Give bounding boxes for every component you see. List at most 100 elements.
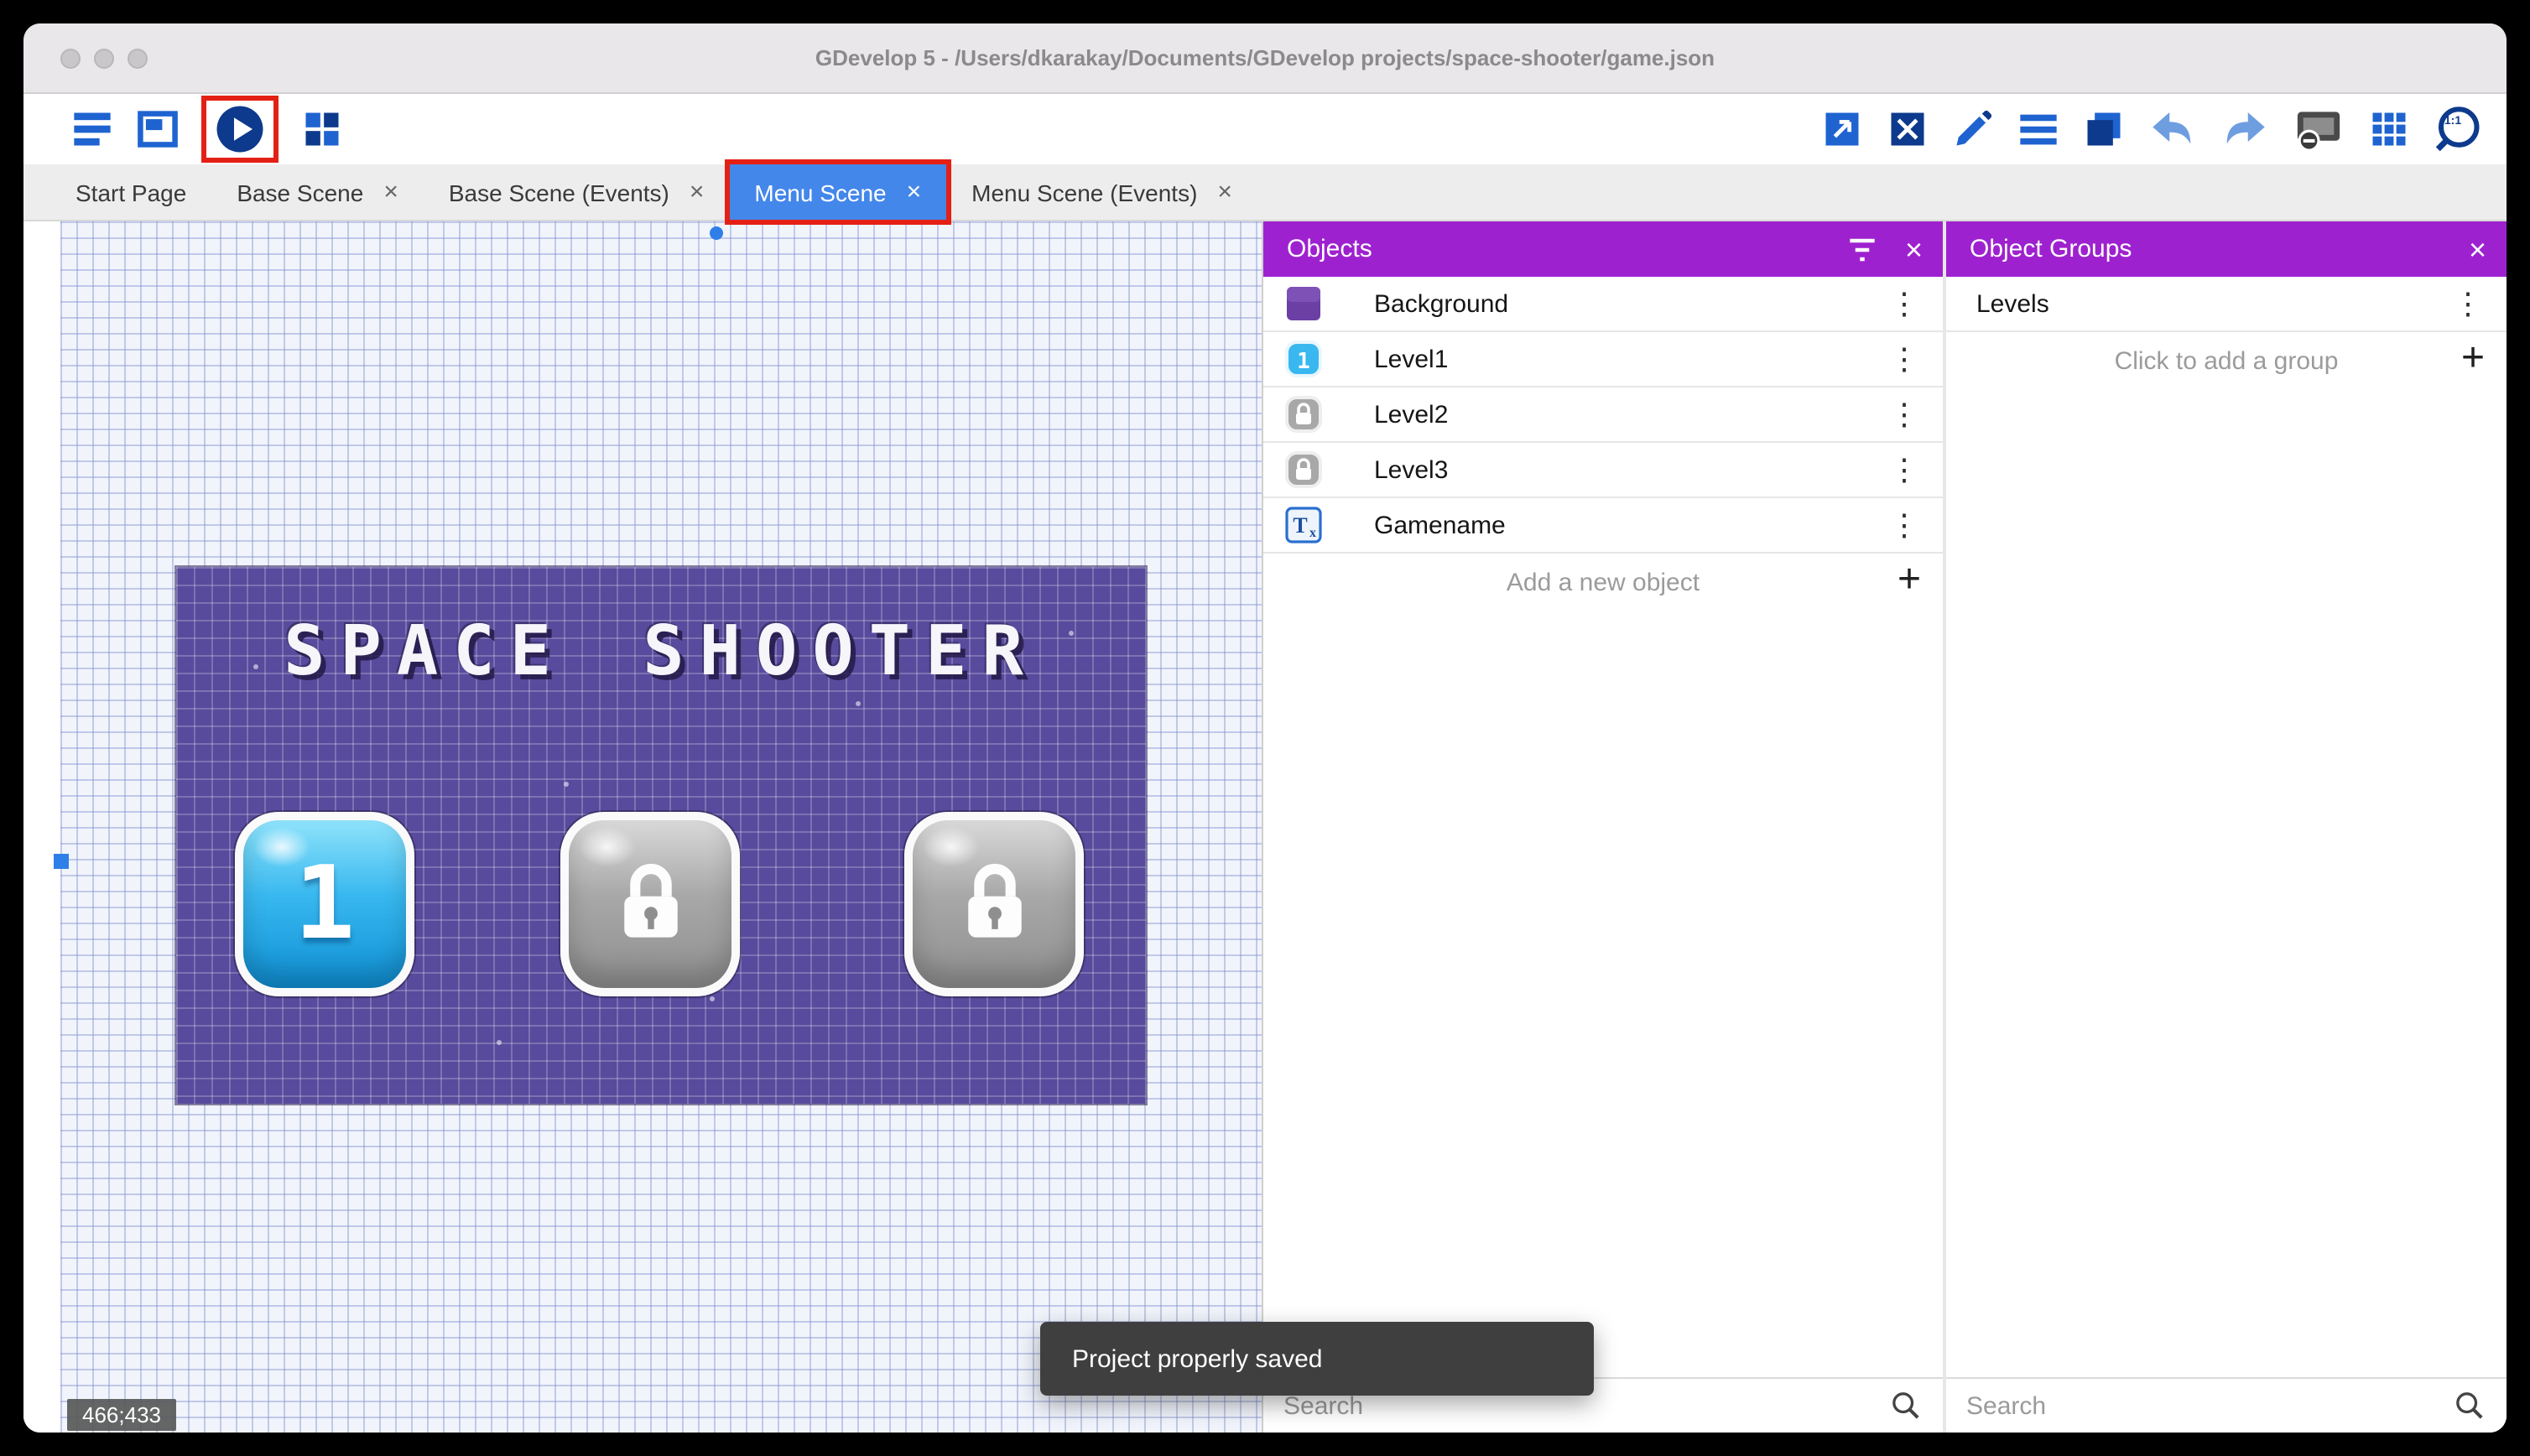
- maximize-window-button[interactable]: [128, 48, 148, 68]
- lock-icon: [623, 864, 677, 938]
- instances-list-icon[interactable]: [2017, 107, 2060, 151]
- tab-label: Menu Scene (Events): [971, 179, 1198, 205]
- groups-panel-header: Object Groups ×: [1946, 221, 2507, 277]
- kebab-menu-icon[interactable]: ⋮: [2449, 286, 2486, 321]
- cursor-coordinates: 466;433: [67, 1399, 176, 1431]
- kebab-menu-icon[interactable]: ⋮: [1886, 397, 1923, 432]
- objects-list: Background ⋮ 1 Level1 ⋮ Level2 ⋮ Level3 …: [1263, 277, 1943, 1377]
- text-object-icon: Tx: [1283, 505, 1324, 545]
- add-group-button[interactable]: Click to add a group +: [1946, 332, 2507, 389]
- minimize-window-button[interactable]: [94, 48, 114, 68]
- objects-search-input[interactable]: [1283, 1391, 1876, 1420]
- redo-icon[interactable]: [2220, 104, 2270, 154]
- object-label: Level2: [1374, 400, 1449, 429]
- add-object-label: Add a new object: [1506, 568, 1700, 596]
- window-title: GDevelop 5 - /Users/dkarakay/Documents/G…: [815, 45, 1715, 70]
- lock-icon: [967, 864, 1021, 938]
- toolbar: 1:1: [23, 94, 2507, 164]
- search-icon: [1889, 1389, 1923, 1422]
- window-mask-icon[interactable]: [2292, 106, 2345, 153]
- tab-start-page[interactable]: Start Page: [50, 164, 211, 220]
- objects-panel: Objects × Background ⋮ 1 Level1 ⋮ Level2…: [1262, 221, 1943, 1433]
- screenshot-stage: GDevelop 5 - /Users/dkarakay/Documents/G…: [0, 0, 2530, 1456]
- object-row-gamename[interactable]: Tx Gamename ⋮: [1263, 498, 1943, 554]
- tab-bar: Start Page Base Scene × Base Scene (Even…: [23, 164, 2507, 221]
- zoom-1-1-icon[interactable]: 1:1: [2433, 104, 2483, 154]
- tab-label: Menu Scene: [754, 179, 887, 205]
- kebab-menu-icon[interactable]: ⋮: [1886, 507, 1923, 543]
- tab-label: Base Scene: [237, 179, 364, 205]
- svg-text:1: 1: [1297, 349, 1310, 374]
- title-bar: GDevelop 5 - /Users/dkarakay/Documents/G…: [23, 23, 2507, 94]
- objects-panel-title: Objects: [1287, 235, 1372, 263]
- scene-editor-canvas[interactable]: SPACE SHOOTER 1 466;433: [23, 221, 1262, 1433]
- svg-text:T: T: [1293, 513, 1307, 538]
- level1-button-object[interactable]: 1: [235, 812, 414, 996]
- layers-icon[interactable]: [2082, 107, 2126, 151]
- add-group-label: Click to add a group: [2114, 346, 2339, 375]
- groups-panel-title: Object Groups: [1970, 235, 2132, 263]
- scene-background-object[interactable]: SPACE SHOOTER 1: [176, 567, 1146, 1104]
- gdevelop-window: GDevelop 5 - /Users/dkarakay/Documents/G…: [23, 23, 2507, 1433]
- groups-search-input[interactable]: [1966, 1391, 2439, 1420]
- tab-base-scene[interactable]: Base Scene ×: [211, 164, 424, 220]
- object-label: Level3: [1374, 455, 1449, 484]
- object-label: Level1: [1374, 345, 1449, 373]
- close-tab-icon[interactable]: ×: [1217, 179, 1232, 205]
- play-preview-icon[interactable]: [215, 104, 265, 154]
- close-window-button[interactable]: [60, 48, 81, 68]
- object-groups-panel: Object Groups × Levels ⋮ Click to add a …: [1946, 221, 2507, 1433]
- close-tab-icon[interactable]: ×: [383, 179, 398, 205]
- close-tab-icon[interactable]: ×: [907, 179, 922, 205]
- scene-title-text-object[interactable]: SPACE SHOOTER: [176, 611, 1146, 691]
- selection-handle[interactable]: [54, 854, 69, 869]
- level2-button-object[interactable]: [560, 812, 740, 996]
- objects-panel-header: Objects ×: [1263, 221, 1943, 277]
- level1-number: 1: [294, 845, 356, 963]
- window-controls: [60, 48, 148, 68]
- search-icon: [2453, 1389, 2486, 1422]
- group-label: Levels: [1976, 289, 2049, 318]
- close-panel-icon[interactable]: ×: [2469, 234, 2486, 264]
- kebab-menu-icon[interactable]: ⋮: [1886, 286, 1923, 321]
- close-tab-icon[interactable]: ×: [690, 179, 705, 205]
- project-manager-icon[interactable]: [70, 107, 114, 151]
- selection-marker-dot: [710, 226, 723, 240]
- debug-icon[interactable]: [300, 107, 344, 151]
- main-area: SPACE SHOOTER 1 466;433 Objects × Backgr…: [23, 221, 2507, 1433]
- toast-message: Project properly saved: [1072, 1344, 1323, 1373]
- close-panel-icon[interactable]: ×: [1905, 234, 1923, 264]
- level2-object-icon: [1283, 394, 1324, 434]
- kebab-menu-icon[interactable]: ⋮: [1886, 452, 1923, 487]
- kebab-menu-icon[interactable]: ⋮: [1886, 341, 1923, 377]
- level3-object-icon: [1283, 450, 1324, 490]
- background-object-icon: [1283, 283, 1324, 324]
- play-annotation-box: [201, 96, 279, 163]
- scene-window-icon[interactable]: [136, 107, 180, 151]
- instances-icon[interactable]: [1886, 107, 1929, 151]
- tab-base-scene-events[interactable]: Base Scene (Events) ×: [424, 164, 730, 220]
- object-row-level1[interactable]: 1 Level1 ⋮: [1263, 332, 1943, 387]
- svg-text:x: x: [1309, 526, 1316, 540]
- tab-menu-scene[interactable]: Menu Scene ×: [729, 164, 947, 220]
- groups-search-bar: [1946, 1377, 2507, 1433]
- tab-label: Base Scene (Events): [448, 179, 669, 205]
- group-row-levels[interactable]: Levels ⋮: [1946, 277, 2507, 332]
- plus-icon[interactable]: +: [1898, 557, 1921, 604]
- edit-pencil-icon[interactable]: [1951, 107, 1995, 151]
- add-object-icon[interactable]: [1820, 107, 1864, 151]
- object-label: Gamename: [1374, 511, 1506, 539]
- filter-icon[interactable]: [1845, 231, 1882, 268]
- tab-menu-scene-events[interactable]: Menu Scene (Events) ×: [946, 164, 1257, 220]
- plus-icon[interactable]: +: [2461, 335, 2485, 382]
- tab-label: Start Page: [75, 179, 187, 205]
- grid-icon[interactable]: [2367, 107, 2411, 151]
- object-row-level2[interactable]: Level2 ⋮: [1263, 387, 1943, 443]
- object-row-level3[interactable]: Level3 ⋮: [1263, 443, 1943, 498]
- add-new-object-button[interactable]: Add a new object +: [1263, 554, 1943, 611]
- object-row-background[interactable]: Background ⋮: [1263, 277, 1943, 332]
- level1-object-icon: 1: [1283, 339, 1324, 379]
- level3-button-object[interactable]: [904, 812, 1084, 996]
- undo-icon[interactable]: [2147, 104, 2198, 154]
- zoom-level-label: 1:1: [2444, 116, 2462, 127]
